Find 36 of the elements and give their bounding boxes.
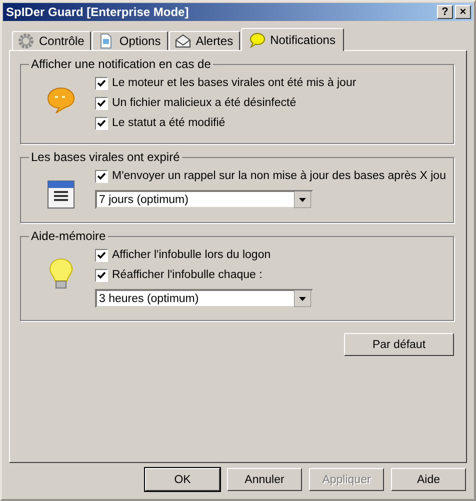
tab[interactable]: Notifications <box>241 28 344 51</box>
dropdown[interactable]: 7 jours (optimum) <box>95 190 313 209</box>
tab[interactable]: Contrôle <box>12 31 92 50</box>
window-title: SpIDer Guard [Enterprise Mode] <box>6 5 189 19</box>
help-button[interactable]: ? <box>437 5 453 19</box>
dialog-button[interactable]: OK <box>145 468 220 491</box>
checkbox-label: Réafficher l'infobulle chaque : <box>112 269 262 281</box>
tab[interactable]: Options <box>92 31 168 50</box>
tab[interactable]: Alertes <box>168 31 240 50</box>
close-button[interactable]: × <box>455 5 471 19</box>
checkbox[interactable] <box>95 76 108 90</box>
dialog-button[interactable]: Aide <box>391 468 466 491</box>
checkbox[interactable] <box>95 268 108 282</box>
checkbox-label: Le moteur et les bases virales ont été mis à jour <box>112 77 356 89</box>
checkbox[interactable] <box>95 116 108 130</box>
checkbox[interactable] <box>95 248 108 262</box>
lightbulb-icon <box>48 257 74 291</box>
chat-bubble-icon <box>46 85 76 115</box>
checkbox-label: Un fichier malicieux a été désinfecté <box>112 97 296 109</box>
group-title: Aide-mémoire <box>30 229 107 243</box>
checkbox-label: Le statut a été modifié <box>112 117 226 129</box>
dropdown-arrow-icon[interactable] <box>294 290 311 307</box>
default-button[interactable]: Par défaut <box>344 333 454 356</box>
checkbox[interactable] <box>95 96 108 110</box>
group-title: Les bases virales ont expiré <box>30 150 181 164</box>
group-title: Afficher une notification en cas de <box>30 57 212 71</box>
speech-bubble-icon <box>249 32 266 48</box>
dropdown-arrow-icon[interactable] <box>294 191 311 208</box>
gear-icon <box>18 33 34 49</box>
envelope-icon <box>174 33 191 49</box>
dropdown[interactable]: 3 heures (optimum) <box>95 289 313 308</box>
checkbox[interactable] <box>95 170 108 182</box>
calendar-icon <box>46 178 76 210</box>
dialog-button[interactable]: Annuler <box>227 468 302 491</box>
checkbox-label: Afficher l'infobulle lors du logon <box>112 249 271 261</box>
checkbox-label: M'envoyer un rappel sur la non mise à jour des bases après X jou <box>112 170 446 182</box>
